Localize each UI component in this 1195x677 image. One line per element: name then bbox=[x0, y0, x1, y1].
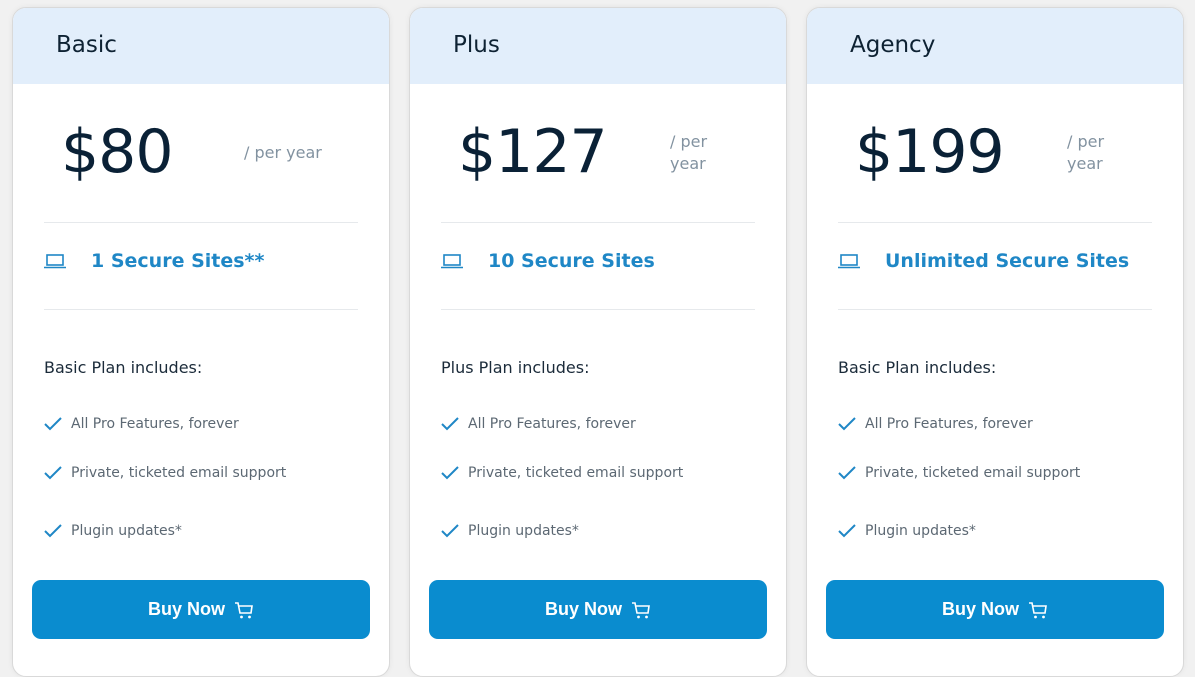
price-period-line: / per bbox=[670, 132, 708, 151]
divider bbox=[838, 222, 1152, 223]
feature-item: Plugin updates* bbox=[441, 523, 579, 539]
price-period: / per year bbox=[1067, 131, 1104, 175]
feature-item: Private, ticketed email support bbox=[838, 465, 1080, 481]
feature-item: All Pro Features, forever bbox=[838, 416, 1033, 432]
buy-now-label: Buy Now bbox=[544, 599, 622, 619]
plan-price: $80 bbox=[61, 117, 174, 187]
buy-now-button[interactable]: Buy Now bbox=[32, 580, 370, 639]
plan-card-plus: Plus $127 / per year 10 Secure Sites Plu… bbox=[409, 7, 787, 677]
plan-card-agency: Agency $199 / per year Unlimited Secure … bbox=[806, 7, 1184, 677]
price-period-line: year bbox=[670, 154, 706, 173]
feature-item: All Pro Features, forever bbox=[44, 416, 239, 432]
cart-icon bbox=[1029, 601, 1047, 618]
cart-icon bbox=[632, 601, 650, 618]
price-period-line: / per year bbox=[244, 143, 322, 162]
feature-label: Plugin updates* bbox=[468, 523, 579, 539]
check-icon bbox=[44, 466, 62, 480]
card-header: Plus bbox=[410, 8, 786, 84]
buy-now-button[interactable]: Buy Now bbox=[826, 580, 1164, 639]
feature-item: Plugin updates* bbox=[838, 523, 976, 539]
feature-label: Private, ticketed email support bbox=[468, 465, 684, 481]
buy-now-button[interactable]: Buy Now bbox=[429, 580, 767, 639]
feature-item: Private, ticketed email support bbox=[44, 465, 286, 481]
sites-label: 10 Secure Sites bbox=[488, 250, 655, 272]
price-period: / per year bbox=[670, 131, 707, 175]
laptop-icon bbox=[441, 254, 463, 269]
feature-label: Private, ticketed email support bbox=[865, 465, 1081, 481]
sites-label: Unlimited Secure Sites bbox=[885, 250, 1130, 272]
feature-label: All Pro Features, forever bbox=[468, 416, 636, 432]
card-header: Agency bbox=[807, 8, 1183, 84]
feature-label: Plugin updates* bbox=[865, 523, 976, 539]
feature-item: Plugin updates* bbox=[44, 523, 182, 539]
card-header: Basic bbox=[13, 8, 389, 84]
divider bbox=[44, 309, 358, 310]
sites-row: 1 Secure Sites** bbox=[44, 250, 264, 272]
check-icon bbox=[441, 524, 459, 538]
feature-label: All Pro Features, forever bbox=[71, 416, 239, 432]
plan-price: $199 bbox=[855, 117, 1005, 187]
price-period: / per year bbox=[244, 142, 322, 164]
sites-row: Unlimited Secure Sites bbox=[838, 250, 1129, 272]
check-icon bbox=[44, 417, 62, 431]
divider bbox=[441, 309, 755, 310]
check-icon bbox=[838, 524, 856, 538]
divider bbox=[44, 222, 358, 223]
price-period-line: year bbox=[1067, 154, 1103, 173]
sites-row: 10 Secure Sites bbox=[441, 250, 655, 272]
check-icon bbox=[838, 417, 856, 431]
divider bbox=[441, 222, 755, 223]
includes-label: Basic Plan includes: bbox=[44, 358, 203, 377]
cart-icon bbox=[235, 601, 253, 618]
plan-name: Plus bbox=[453, 32, 500, 58]
price-period-line: / per bbox=[1067, 132, 1105, 151]
feature-item: All Pro Features, forever bbox=[441, 416, 636, 432]
divider bbox=[838, 309, 1152, 310]
check-icon bbox=[441, 466, 459, 480]
check-icon bbox=[838, 466, 856, 480]
plan-price: $127 bbox=[458, 117, 608, 187]
feature-label: All Pro Features, forever bbox=[865, 416, 1033, 432]
plan-name: Agency bbox=[850, 32, 936, 58]
includes-label: Plus Plan includes: bbox=[441, 358, 590, 377]
buy-now-label: Buy Now bbox=[941, 599, 1019, 619]
laptop-icon bbox=[838, 254, 860, 269]
plan-name: Basic bbox=[56, 32, 117, 58]
feature-item: Private, ticketed email support bbox=[441, 465, 683, 481]
check-icon bbox=[44, 524, 62, 538]
laptop-icon bbox=[44, 254, 66, 269]
buy-now-label: Buy Now bbox=[147, 599, 225, 619]
feature-label: Private, ticketed email support bbox=[71, 465, 287, 481]
check-icon bbox=[441, 417, 459, 431]
sites-label: 1 Secure Sites** bbox=[91, 250, 265, 272]
includes-label: Basic Plan includes: bbox=[838, 358, 997, 377]
plan-card-basic: Basic $80 / per year 1 Secure Sites** Ba… bbox=[12, 7, 390, 677]
feature-label: Plugin updates* bbox=[71, 523, 182, 539]
